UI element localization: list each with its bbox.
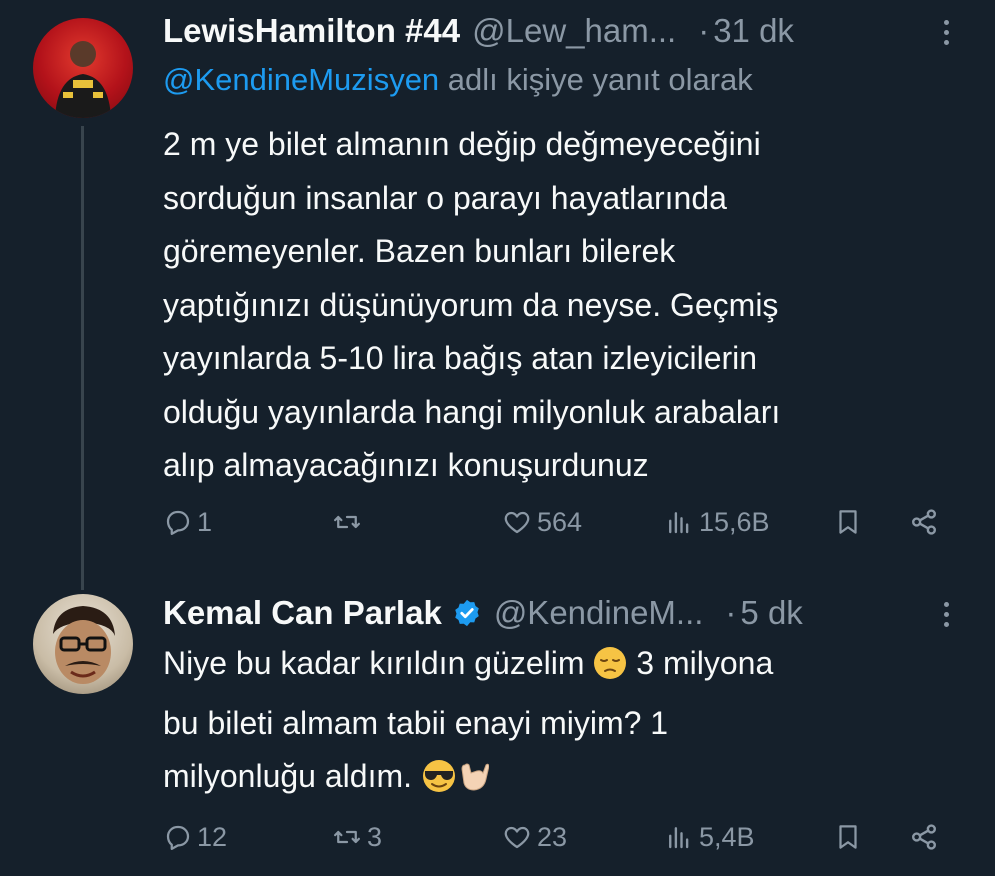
separator-dot: · xyxy=(698,12,710,49)
retweet-button[interactable]: 3 xyxy=(331,817,382,857)
text-segment: Niye bu kadar kırıldın güzelim xyxy=(163,645,594,681)
views-button[interactable]: 5,4B xyxy=(663,817,755,857)
call-me-hand-emoji-icon xyxy=(457,756,490,810)
action-bar: 12 3 23 5,4B xyxy=(163,817,953,857)
author-name[interactable]: LewisHamilton #44 xyxy=(163,12,460,50)
tweet-text-line: yayınlarda 5-10 lira bağış atan izleyici… xyxy=(163,340,758,376)
like-button[interactable]: 564 xyxy=(501,502,582,542)
reply-icon xyxy=(166,510,190,535)
bookmark-icon xyxy=(839,825,857,849)
tweet-text-line: bu bileti almam tabii enayi miyim? 1 xyxy=(163,704,669,741)
heart-icon xyxy=(504,826,530,849)
share-icon xyxy=(912,824,936,850)
views-count: 15,6B xyxy=(699,506,770,537)
like-count: 23 xyxy=(537,821,568,852)
tweet-text-line: sorduğun insanlar o parayı hayatlarında xyxy=(163,179,727,216)
retweet-icon xyxy=(334,830,360,844)
thread-line xyxy=(81,126,84,590)
reply-context: @KendineMuzisyen adlı kişiye yanıt olara… xyxy=(163,62,753,98)
reply-suffix: adlı kişiye yanıt olarak xyxy=(439,62,753,97)
tweet-text: Niye bu kadar kırıldın güzelim 3 milyona… xyxy=(163,637,953,810)
views-button[interactable]: 15,6B xyxy=(663,502,770,542)
share-button[interactable] xyxy=(907,817,941,857)
share-icon xyxy=(912,509,936,535)
timestamp[interactable]: 5 dk xyxy=(740,594,802,632)
reply-count: 12 xyxy=(197,821,228,852)
tweet-text-line: 2 m ye bilet almanın değip değmeyeceğini xyxy=(163,126,761,162)
smiling-face-with-sunglasses-emoji-icon xyxy=(421,756,457,810)
tweet-header: Kemal Can Parlak @KendineM... · 5 dk xyxy=(163,592,945,634)
tweet-kemal[interactable]: Kemal Can Parlak @KendineM... · 5 dk Niy… xyxy=(0,580,995,876)
verified-badge-icon xyxy=(452,598,482,628)
timestamp[interactable]: 31 dk xyxy=(713,12,794,50)
retweet-button[interactable] xyxy=(331,502,367,542)
separator-dot: · xyxy=(725,594,737,631)
author-handle[interactable]: @KendineM... xyxy=(494,594,704,632)
retweet-count: 3 xyxy=(367,821,383,852)
text-segment: milyonluğu aldım. xyxy=(163,758,421,794)
reply-button[interactable]: 1 xyxy=(163,502,212,542)
views-count: 5,4B xyxy=(699,821,755,852)
tweet-text-line: olduğu yayınlarda hangi milyonluk arabal… xyxy=(163,393,781,430)
more-options-icon[interactable] xyxy=(943,20,951,48)
author-handle[interactable]: @Lew_ham... xyxy=(472,12,676,50)
tweet-text-line: göremeyenler. Bazen bunları bilerek xyxy=(163,233,676,269)
tweet-text-line: alıp almayacağınızı konuşurdunuz xyxy=(163,447,649,483)
tweet-text: 2 m ye bilet almanın değip değmeyeceğini… xyxy=(163,118,953,493)
tweet-lewis[interactable]: LewisHamilton #44 @Lew_ham... · 31 dk @K… xyxy=(0,0,995,590)
views-icon xyxy=(669,827,689,849)
bookmark-button[interactable] xyxy=(833,502,863,542)
reply-count: 1 xyxy=(197,506,213,537)
author-name[interactable]: Kemal Can Parlak xyxy=(163,594,442,632)
reply-icon xyxy=(166,825,190,850)
avatar[interactable] xyxy=(33,18,133,118)
retweet-icon xyxy=(334,515,360,529)
more-options-icon[interactable] xyxy=(943,602,951,630)
avatar-image xyxy=(55,41,111,118)
tweet-text-line: milyonluğu aldım. xyxy=(163,750,953,810)
avatar[interactable] xyxy=(33,594,133,694)
bookmark-icon xyxy=(839,510,857,534)
tweet-text-line: yaptığınızı düşünüyorum da neyse. Geçmiş xyxy=(163,286,779,323)
like-count: 564 xyxy=(537,506,583,537)
tweet-header: LewisHamilton #44 @Lew_ham... · 31 dk xyxy=(163,10,945,52)
views-icon xyxy=(669,512,689,534)
like-button[interactable]: 23 xyxy=(501,817,567,857)
pensive-face-emoji-icon xyxy=(593,643,627,697)
reply-mention-link[interactable]: @KendineMuzisyen xyxy=(163,62,439,97)
avatar-image xyxy=(53,606,115,684)
bookmark-button[interactable] xyxy=(833,817,863,857)
reply-button[interactable]: 12 xyxy=(163,817,227,857)
action-bar: 1 564 15,6B xyxy=(163,502,953,542)
tweet-text-line: Niye bu kadar kırıldın güzelim 3 milyona xyxy=(163,637,953,697)
share-button[interactable] xyxy=(907,502,941,542)
heart-icon xyxy=(504,511,530,534)
text-segment: 3 milyona xyxy=(627,645,774,681)
